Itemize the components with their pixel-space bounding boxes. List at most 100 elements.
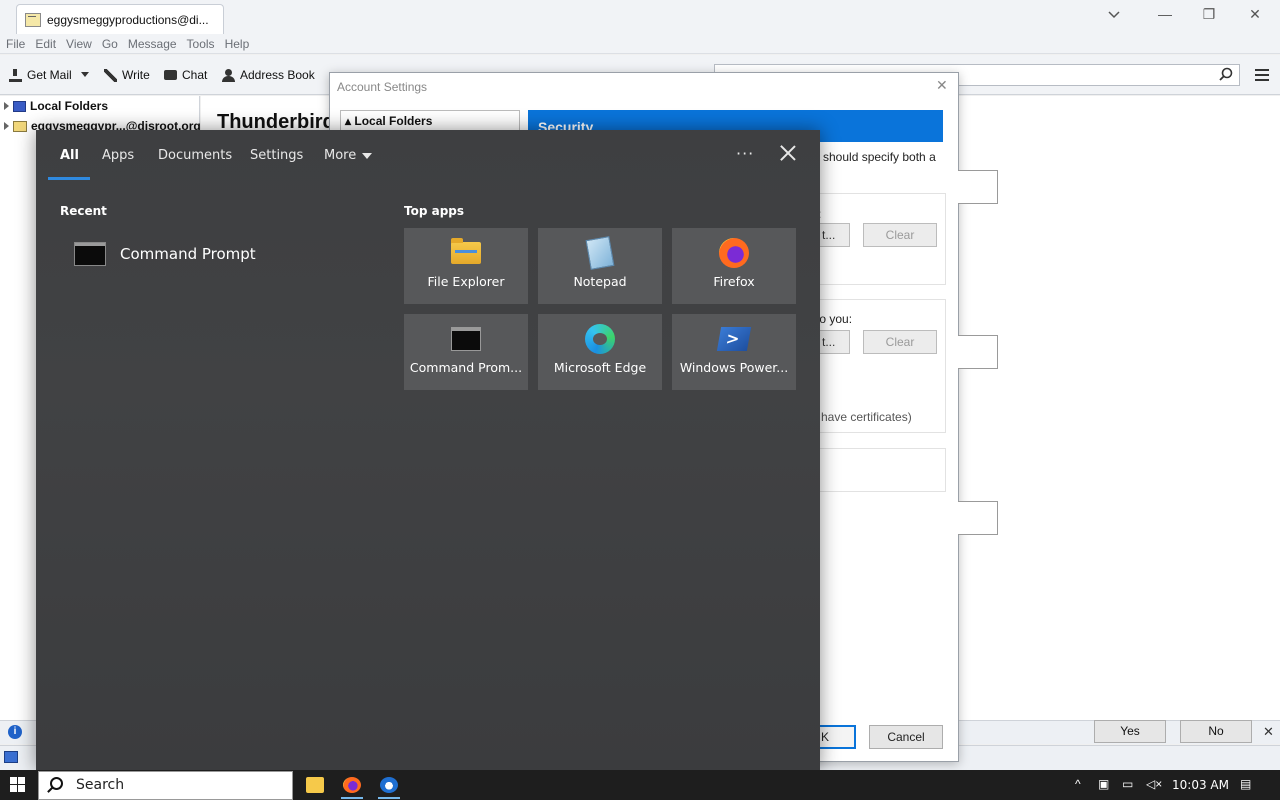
- windows-search-panel: All Apps Documents Settings More ··· Rec…: [36, 130, 820, 770]
- app-tile-label: File Explorer: [427, 274, 505, 289]
- app-tile-command-prompt[interactable]: Command Prom...: [404, 314, 528, 390]
- menu-edit[interactable]: Edit: [35, 37, 56, 51]
- download-icon: [9, 68, 22, 82]
- select-button[interactable]: t...: [820, 223, 850, 247]
- account-tree-item[interactable]: ▴ Local Folders: [340, 110, 520, 132]
- restore-icon[interactable]: ❐: [1199, 6, 1219, 23]
- close-icon[interactable]: [780, 145, 796, 161]
- menu-help[interactable]: Help: [225, 37, 250, 51]
- clear-button[interactable]: Clear: [863, 330, 937, 354]
- tab-all[interactable]: All: [60, 148, 79, 163]
- tab-more[interactable]: More: [324, 148, 373, 163]
- minimize-icon[interactable]: —: [1155, 6, 1175, 22]
- app-tile-label: Firefox: [713, 274, 755, 289]
- tab-more-label: More: [324, 148, 357, 163]
- certificate-field[interactable]: [958, 170, 998, 204]
- dialog-title: Account Settings: [337, 80, 428, 94]
- top-apps-heading: Top apps: [404, 204, 465, 218]
- folder-label: Local Folders: [30, 99, 109, 113]
- expand-icon[interactable]: [4, 122, 9, 130]
- hamburger-menu-icon[interactable]: [1255, 69, 1269, 81]
- command-prompt-icon: [451, 327, 481, 351]
- menu-message[interactable]: Message: [128, 37, 177, 51]
- notepad-icon: [585, 236, 615, 270]
- tray-network-icon[interactable]: ▭: [1122, 777, 1133, 791]
- app-tile-microsoft-edge[interactable]: Microsoft Edge: [538, 314, 662, 390]
- tray-device-icon[interactable]: ▣: [1098, 777, 1109, 791]
- folder-icon: [306, 777, 324, 793]
- certificates-note: have certificates): [821, 410, 912, 424]
- write-button[interactable]: Write: [104, 68, 150, 82]
- ok-button[interactable]: K: [818, 725, 856, 749]
- firefox-icon: [719, 238, 749, 268]
- tray-chevron-up-icon[interactable]: ^: [1075, 777, 1081, 791]
- account-tree-label: Local Folders: [354, 114, 433, 128]
- certificate-manager-field[interactable]: [958, 501, 998, 535]
- computer-icon: [13, 100, 26, 112]
- menu-bar: File Edit View Go Message Tools Help: [0, 34, 1280, 54]
- command-prompt-icon: [74, 242, 106, 266]
- chat-label: Chat: [182, 68, 208, 82]
- address-book-button[interactable]: Address Book: [222, 68, 315, 82]
- menu-tools[interactable]: Tools: [187, 37, 215, 51]
- mail-tab[interactable]: eggysmeggyproductions@di...: [16, 4, 224, 34]
- taskbar-file-explorer[interactable]: [300, 772, 330, 800]
- close-window-icon[interactable]: ✕: [1245, 6, 1265, 23]
- app-tile-label: Command Prom...: [409, 360, 523, 375]
- folder-icon: [451, 238, 481, 264]
- write-label: Write: [122, 68, 150, 82]
- yes-button[interactable]: Yes: [1094, 720, 1166, 743]
- app-tile-file-explorer[interactable]: File Explorer: [404, 228, 528, 304]
- security-description: should specify both a: [823, 150, 936, 164]
- cancel-button[interactable]: Cancel: [869, 725, 943, 749]
- folder-local-folders[interactable]: Local Folders: [4, 99, 108, 113]
- chat-button[interactable]: Chat: [164, 68, 207, 82]
- person-icon: [222, 68, 235, 82]
- taskbar-thunderbird[interactable]: [374, 772, 404, 800]
- tab-settings[interactable]: Settings: [250, 148, 303, 163]
- close-icon[interactable]: ✕: [936, 77, 948, 94]
- action-center-icon[interactable]: ▤: [1240, 777, 1251, 791]
- app-tile-firefox[interactable]: Firefox: [672, 228, 796, 304]
- get-mail-button[interactable]: Get Mail: [9, 68, 72, 82]
- app-tile-label: Notepad: [573, 274, 627, 289]
- get-mail-dropdown-icon[interactable]: [81, 72, 89, 77]
- app-tile-label: Windows Power...: [679, 360, 789, 375]
- mail-account-icon: [13, 120, 27, 132]
- menu-go[interactable]: Go: [102, 37, 118, 51]
- caret-down-icon: [362, 152, 373, 159]
- active-tab-indicator: [48, 177, 90, 180]
- taskbar-firefox[interactable]: [337, 772, 367, 800]
- tab-documents[interactable]: Documents: [158, 148, 232, 163]
- thunderbird-icon: [380, 777, 398, 793]
- app-tile-label: Microsoft Edge: [553, 360, 647, 375]
- recent-item-label: Command Prompt: [120, 245, 256, 263]
- recent-heading: Recent: [60, 204, 107, 218]
- app-tile-notepad[interactable]: Notepad: [538, 228, 662, 304]
- menu-view[interactable]: View: [66, 37, 92, 51]
- recent-item-command-prompt[interactable]: Command Prompt: [74, 238, 374, 270]
- app-tile-windows-powershell[interactable]: Windows Power...: [672, 314, 796, 390]
- pencil-icon: [104, 68, 117, 82]
- clear-button[interactable]: Clear: [863, 223, 937, 247]
- menu-file[interactable]: File: [6, 37, 25, 51]
- expand-icon[interactable]: [4, 102, 9, 110]
- tray-volume-muted-icon[interactable]: ◁×: [1146, 777, 1162, 791]
- no-button[interactable]: No: [1180, 720, 1252, 743]
- encryption-certificate-field[interactable]: [958, 335, 998, 369]
- info-icon: i: [8, 725, 22, 739]
- windows-start-icon[interactable]: [10, 777, 26, 793]
- select-button[interactable]: t...: [820, 330, 850, 354]
- get-mail-label: Get Mail: [27, 68, 72, 82]
- envelope-icon: [25, 12, 41, 27]
- search-icon: [50, 777, 63, 790]
- search-icon[interactable]: [1219, 67, 1233, 81]
- powershell-icon: [716, 327, 752, 351]
- online-status-icon[interactable]: [4, 751, 18, 763]
- more-options-icon[interactable]: ···: [736, 144, 754, 163]
- close-icon[interactable]: ✕: [1263, 724, 1274, 740]
- chat-bubble-icon: [164, 70, 177, 80]
- chevron-down-icon[interactable]: [1107, 10, 1121, 20]
- tab-apps[interactable]: Apps: [102, 148, 134, 163]
- taskbar-clock[interactable]: 10:03 AM: [1172, 778, 1229, 792]
